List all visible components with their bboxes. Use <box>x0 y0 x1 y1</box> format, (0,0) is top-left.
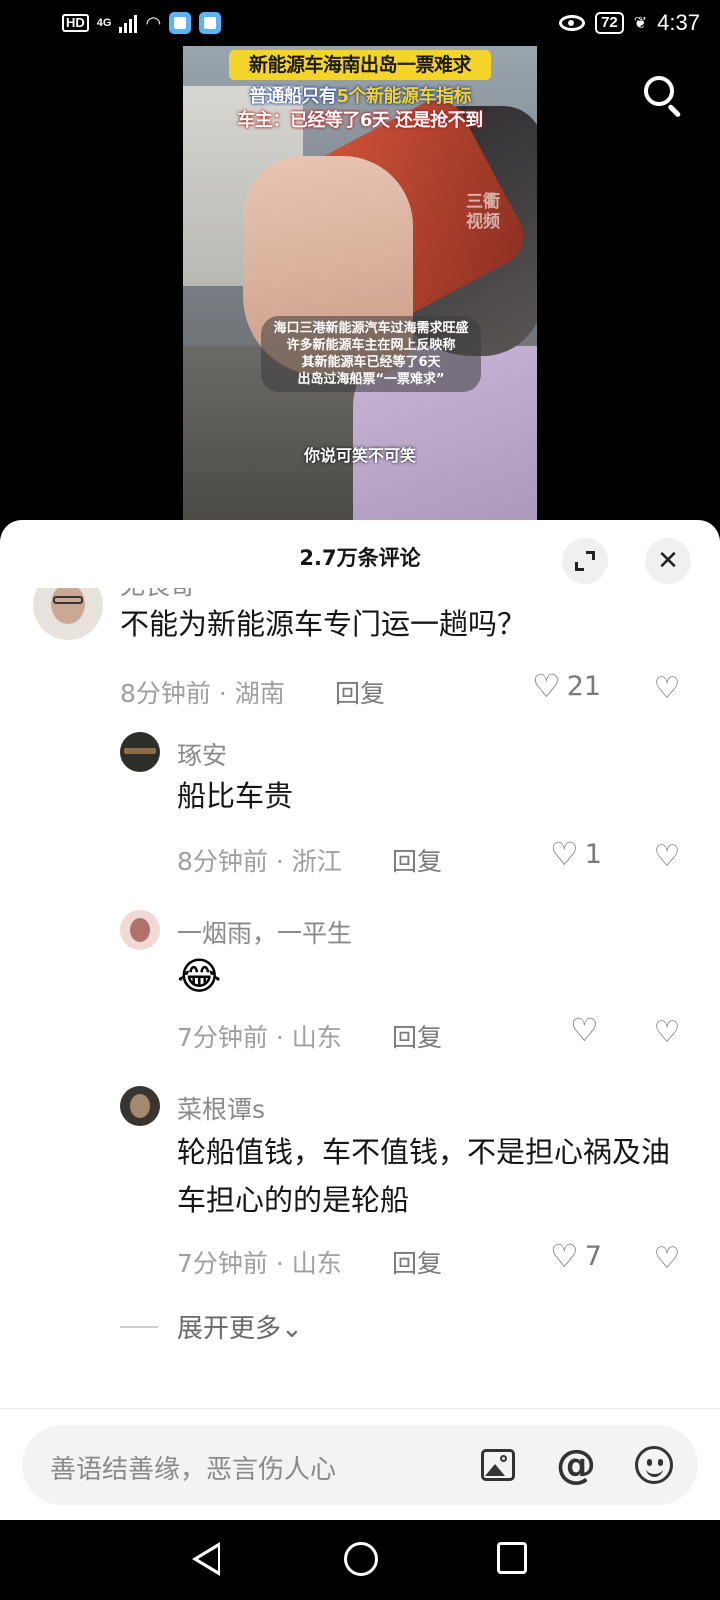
video-title-banner: 新能源车海南出岛一票难求 <box>229 50 491 80</box>
video-caption-line1: 普通船只有5个新能源车指标 <box>248 86 472 107</box>
comment-item: 一烟雨，一平生 😂 7分钟前 · 山东 回复 ♡ ♡ <box>0 906 720 1076</box>
comment-meta: 7分钟前 · 山东 <box>177 1249 342 1278</box>
broken-heart-icon: ♡ <box>653 839 681 874</box>
comment-input-bar: 善语结善缘，恶言伤人心 @ <box>0 1408 720 1520</box>
comment-list: 无畏哥 不能为新能源车专门运一趟吗？ 8分钟前 · 湖南 回复 ♡ 21 ♡ 琢… <box>0 588 720 1328</box>
reply-button[interactable]: 回复 <box>392 1018 442 1054</box>
comment-text: 船比车贵 <box>177 779 294 813</box>
comment-input[interactable]: 善语结善缘，恶言伤人心 @ <box>22 1425 698 1505</box>
broken-heart-icon: ♡ <box>653 671 681 706</box>
dislike-button[interactable]: ♡ <box>650 672 684 706</box>
emoji-icon[interactable] <box>632 1443 676 1487</box>
at-icon[interactable]: @ <box>554 1443 598 1487</box>
eye-comfort-icon <box>559 15 586 31</box>
comment-panel: 2.7万条评论 ✕ 无畏哥 不能为新能源车专门运一趟吗？ 8分钟前 · 湖南 回… <box>0 520 720 1520</box>
clock: 4:37 <box>657 10 700 35</box>
status-bar: HD 4G ◠ 72 ❦ 4:37 <box>0 0 720 46</box>
close-icon: ✕ <box>657 546 679 576</box>
video-subtitle: 你说可笑不可笑 <box>303 446 416 465</box>
recents-icon[interactable] <box>497 1542 527 1574</box>
expand-icon <box>575 551 595 571</box>
laughing-emoji: 😂 <box>177 954 222 998</box>
comment-count-title: 2.7万条评论 <box>299 546 421 570</box>
avatar[interactable] <box>120 910 160 950</box>
search-button[interactable] <box>638 72 684 118</box>
like-button[interactable]: ♡ 7 <box>550 1240 602 1272</box>
video-caption-line2: 车主：已经等了6天 还是抢不到 <box>237 110 483 131</box>
dislike-button[interactable]: ♡ <box>650 840 684 874</box>
video-notice: 海口三港新能源汽车过海需求旺盛 许多新能源车主在网上反映称 其新能源车已经等了6… <box>261 316 481 392</box>
wifi-icon: ◠ <box>145 12 162 33</box>
heart-icon: ♡ <box>550 835 579 873</box>
heart-icon: ♡ <box>550 1237 579 1275</box>
comment-meta: 8分钟前 · 浙江 <box>177 847 342 876</box>
home-icon[interactable] <box>344 1542 378 1576</box>
search-icon <box>644 76 674 106</box>
close-button[interactable]: ✕ <box>645 538 691 584</box>
comment-item: 无畏哥 不能为新能源车专门运一趟吗？ 8分钟前 · 湖南 回复 ♡ 21 ♡ <box>0 588 720 720</box>
avatar[interactable] <box>120 732 160 772</box>
like-count: 1 <box>584 838 602 870</box>
comment-meta: 8分钟前 · 湖南 <box>120 679 285 708</box>
comment-author[interactable]: 琢安 <box>177 736 227 772</box>
comment-item: 琢安 船比车贵 8分钟前 · 浙江 回复 ♡ 1 ♡ <box>0 728 720 898</box>
comment-panel-header: 2.7万条评论 ✕ <box>0 520 720 588</box>
video-player[interactable]: 三衢视频 新能源车海南出岛一票难求 普通船只有5个新能源车指标 车主：已经等了6… <box>183 46 537 520</box>
like-count: 21 <box>566 670 602 702</box>
comment-item: 菜根谭s 轮船值钱，车不值钱，不是担心祸及油车担心的的是轮船 7分钟前 · 山东… <box>0 1082 720 1322</box>
dislike-button[interactable]: ♡ <box>650 1016 684 1050</box>
book-notification-icon <box>199 12 222 34</box>
divider <box>120 1326 158 1328</box>
app-notification-icon <box>169 12 192 34</box>
comment-input-placeholder: 善语结善缘，恶言伤人心 <box>50 1455 337 1485</box>
heart-icon: ♡ <box>570 1011 599 1049</box>
comment-text: 不能为新能源车专门运一趟吗？ <box>120 607 527 641</box>
comment-author[interactable]: 菜根谭s <box>177 1090 265 1126</box>
like-button[interactable]: ♡ 1 <box>550 838 602 870</box>
avatar[interactable] <box>120 1086 160 1126</box>
hd-badge: HD <box>62 14 89 32</box>
screen: HD 4G ◠ 72 ❦ 4:37 三衢视频 新能源车海南出岛一票难求 普通船只… <box>0 0 720 1600</box>
reply-button[interactable]: 回复 <box>392 842 442 878</box>
image-icon[interactable] <box>476 1443 520 1487</box>
heart-icon: ♡ <box>532 667 561 705</box>
signal-icon <box>119 13 138 33</box>
comment-meta: 7分钟前 · 山东 <box>177 1023 342 1052</box>
comment-author[interactable]: 一烟雨，一平生 <box>177 914 352 950</box>
avatar[interactable] <box>33 588 103 640</box>
expand-button[interactable] <box>562 538 608 584</box>
dislike-button[interactable]: ♡ <box>650 1242 684 1276</box>
broken-heart-icon: ♡ <box>653 1241 681 1276</box>
back-icon[interactable] <box>192 1542 220 1576</box>
like-count: 7 <box>584 1240 602 1272</box>
system-nav-bar <box>0 1520 720 1600</box>
video-watermark: 三衢视频 <box>466 192 500 232</box>
battery-level: 72 <box>595 12 624 34</box>
broken-heart-icon: ♡ <box>653 1015 681 1050</box>
comment-text: 轮船值钱，车不值钱，不是担心祸及油车担心的的是轮船 <box>177 1135 671 1217</box>
power-saving-icon: ❦ <box>633 15 648 32</box>
reply-button[interactable]: 回复 <box>335 674 385 710</box>
network-label: 4G <box>96 16 112 29</box>
like-button[interactable]: ♡ 21 <box>532 670 601 702</box>
reply-button[interactable]: 回复 <box>392 1244 442 1280</box>
expand-more-button[interactable]: 展开更多⌄ <box>177 1308 303 1345</box>
like-button[interactable]: ♡ <box>570 1014 599 1046</box>
